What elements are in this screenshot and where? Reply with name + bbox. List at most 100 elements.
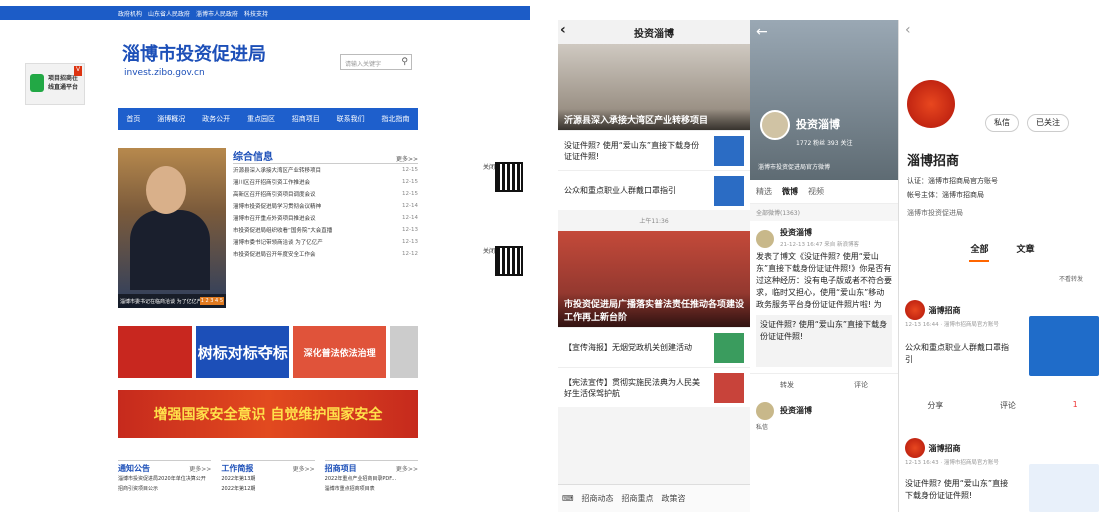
keyboard-icon[interactable]: ⌨ — [562, 494, 574, 503]
more-link[interactable]: 更多>> — [189, 464, 211, 473]
quoted-article[interactable]: 没证件照? 使用“爱山东”直接下载身份证证件照! — [756, 315, 892, 367]
list-item[interactable]: 市投资促进局组织收看“国务院”大会直播 12-13 — [233, 224, 418, 236]
close-link[interactable]: 关闭 — [483, 162, 495, 171]
avatar[interactable] — [756, 230, 774, 248]
tab-weibo[interactable]: 微博 — [782, 186, 798, 197]
nav-item[interactable]: 指北指南 — [381, 114, 409, 124]
top-link[interactable]: 科技支持 — [244, 9, 268, 18]
nav-item[interactable]: 政务公开 — [202, 114, 230, 124]
list-item[interactable]: 市投资促进局召开年度安全工作会 12-12 — [233, 248, 418, 260]
menu-item[interactable]: 招商重点 — [622, 493, 654, 504]
nav-item[interactable]: 招商项目 — [292, 114, 320, 124]
list-item[interactable]: 淄博市委书记带领商洽谈 为了亿亿产 12-13 — [233, 236, 418, 248]
top-link[interactable]: 政府机构 — [118, 9, 142, 18]
like-button[interactable]: 1 — [1073, 400, 1078, 411]
news-list: 综合信息 更多>> 沂源县深入承接大湾区产业转移项目 12-15 淄川区召开招商引资… — [233, 148, 418, 308]
promo-banner[interactable] — [390, 326, 419, 378]
list-item[interactable]: 2022年重点产业招商目录PDF... — [325, 475, 418, 485]
list-item[interactable]: 2022年第12期 — [221, 485, 314, 495]
list-item[interactable]: 淄博市召开重点外资项目推进会议 12-14 — [233, 212, 418, 224]
list-item[interactable]: 淄博市投资促进局2020年单位决算公开 — [118, 475, 211, 485]
verify-label: 淄博市投资促进局官方微博 — [758, 164, 831, 171]
search-placeholder: 请输入关键字 — [345, 61, 382, 68]
avatar[interactable] — [756, 402, 774, 420]
post[interactable]: 投资淄博 私信 — [750, 396, 898, 440]
close-link[interactable]: 关闭 — [483, 246, 495, 255]
article-item[interactable]: 没证件照? 使用“爱山东”直接下载身份证证件照! — [558, 130, 750, 170]
article-photo[interactable]: 沂源县深入承接大湾区产业转移项目 — [558, 44, 750, 130]
qr-code-float: 关闭 — [483, 160, 525, 216]
menu-item[interactable]: 招商动态 — [582, 493, 614, 504]
list-item[interactable]: 淄博市重点招商项目表 — [325, 485, 418, 495]
security-banner[interactable]: 增强国家安全意识 自觉维护国家安全 — [118, 390, 418, 438]
photo-pager[interactable]: 1 2 3 4 5 — [199, 297, 224, 305]
tab-featured[interactable]: 精选 — [756, 186, 772, 197]
post[interactable]: 投资淄博 21-12-13 16:47 来自 新浪博客 发表了博文《没证件照? 使… — [750, 221, 898, 373]
nav-item[interactable]: 联系我们 — [337, 114, 365, 124]
qr-code-float: 关闭 — [483, 244, 525, 300]
nav-item[interactable]: 重点园区 — [247, 114, 275, 124]
share-button[interactable]: 分享 — [927, 400, 943, 411]
article-thumb — [714, 175, 744, 206]
back-icon[interactable]: ‹ — [905, 22, 911, 38]
headline-photo[interactable]: 淄博市委书记在临商洽谈 为了亿亿产 1 2 3 4 5 — [118, 148, 226, 308]
repost-button[interactable]: 转发 — [780, 380, 794, 390]
profile-stats: 1772 粉丝 393 关注 — [796, 140, 853, 147]
back-icon[interactable]: ← — [756, 24, 768, 40]
list-item[interactable]: 淄川区召开招商引资工作推进会 12-15 — [233, 176, 418, 188]
site-logo[interactable]: 项目招商在线直通平台 V — [25, 63, 85, 105]
avatar[interactable] — [760, 110, 790, 140]
info-column: 招商项目 更多>> 2022年重点产业招商目录PDF... 淄博市重点招商项目表 — [324, 460, 418, 512]
logo-text: 项目招商在线直通平台 — [48, 75, 79, 91]
nav-item[interactable]: 首页 — [126, 114, 140, 124]
dm-button[interactable]: 私信 — [756, 422, 892, 434]
message-button[interactable]: 私信 — [985, 114, 1019, 132]
promo-banner[interactable]: 树标 对标 夺标 — [196, 326, 290, 378]
more-link[interactable]: 更多>> — [293, 464, 315, 473]
top-link-bar: 政府机构 山东省人民政府 淄博市人民政府 科技支持 — [0, 6, 530, 20]
photo-caption: 沂源县深入承接大湾区产业转移项目 — [558, 109, 750, 130]
tab-all[interactable]: 全部 — [970, 242, 988, 255]
post-time: 21-12-13 16:47 来自 新浪博客 — [780, 242, 860, 248]
menu-item[interactable]: 政策咨 — [662, 493, 686, 504]
list-item[interactable]: 高新区召开招商引资项目调度会议 12-15 — [233, 188, 418, 200]
tab-articles[interactable]: 文章 — [1017, 242, 1035, 255]
hide-reposts-toggle[interactable]: 不看转发 — [1059, 274, 1083, 283]
profile-name: 淄博招商 — [907, 154, 960, 169]
avatar[interactable] — [905, 300, 925, 320]
following-button[interactable]: 已关注 — [1027, 114, 1069, 132]
qr-code-icon — [495, 246, 523, 276]
article-item[interactable]: 【宪法宣传】贯彻实施民法典为人民美好生活保驾护航 — [558, 367, 750, 407]
top-link[interactable]: 山东省人民政府 — [148, 9, 190, 18]
account-profile-panel: ‹ 私信 已关注 淄博招商 认证：淄博市招商局官方账号 帐号主体：淄博市招商局 … — [898, 20, 1105, 512]
avatar[interactable] — [907, 80, 955, 128]
comment-button[interactable]: 评论 — [1000, 400, 1016, 411]
post-thumb[interactable] — [1029, 464, 1099, 512]
avatar[interactable] — [905, 438, 925, 458]
tab-video[interactable]: 视频 — [808, 186, 824, 197]
back-icon[interactable]: ‹ — [560, 22, 566, 38]
timestamp: 上午11:36 — [558, 210, 750, 231]
comment-button[interactable]: 评论 — [854, 380, 868, 390]
nav-item[interactable]: 淄博概况 — [157, 114, 185, 124]
promo-banners: 树标 对标 夺标 深化普法依法治理 — [118, 326, 419, 378]
post-text: 没证件照? 使用“爱山东”直接下载身份证证件照! — [905, 479, 1009, 500]
article-photo[interactable]: 市投资促进局广播落实普法责任推动各项建设工作再上新台阶 — [558, 231, 750, 327]
article-item[interactable]: 【宣传海报】无烟党政机关创建活动 — [558, 327, 750, 367]
website-screenshot: 政府机构 山东省人民政府 淄博市人民政府 科技支持 项目招商在线直通平台 V 淄… — [0, 0, 530, 512]
search-input[interactable]: 请输入关键字 ⚲ — [340, 54, 412, 70]
profile-name: 投资淄博 — [796, 118, 840, 131]
list-item[interactable]: 淄博市投资促进局学习贯彻会议精神 12-14 — [233, 200, 418, 212]
search-icon[interactable]: ⚲ — [401, 57, 408, 67]
more-link[interactable]: 更多>> — [396, 464, 418, 473]
top-link[interactable]: 淄博市人民政府 — [196, 9, 238, 18]
list-item[interactable]: 2022年第13期 — [221, 475, 314, 485]
site-url: invest.zibo.gov.cn — [124, 68, 205, 78]
article-item[interactable]: 公众和重点职业人群戴口罩指引 — [558, 170, 750, 210]
promo-banner[interactable]: 深化普法依法治理 — [293, 326, 387, 378]
more-link[interactable]: 更多>> — [396, 154, 418, 163]
list-item[interactable]: 沂源县深入承接大湾区产业转移项目 12-15 — [233, 164, 418, 176]
post-thumb[interactable] — [1029, 316, 1099, 376]
promo-banner[interactable] — [118, 326, 193, 378]
list-item[interactable]: 招商引资项目公示 — [118, 485, 211, 495]
